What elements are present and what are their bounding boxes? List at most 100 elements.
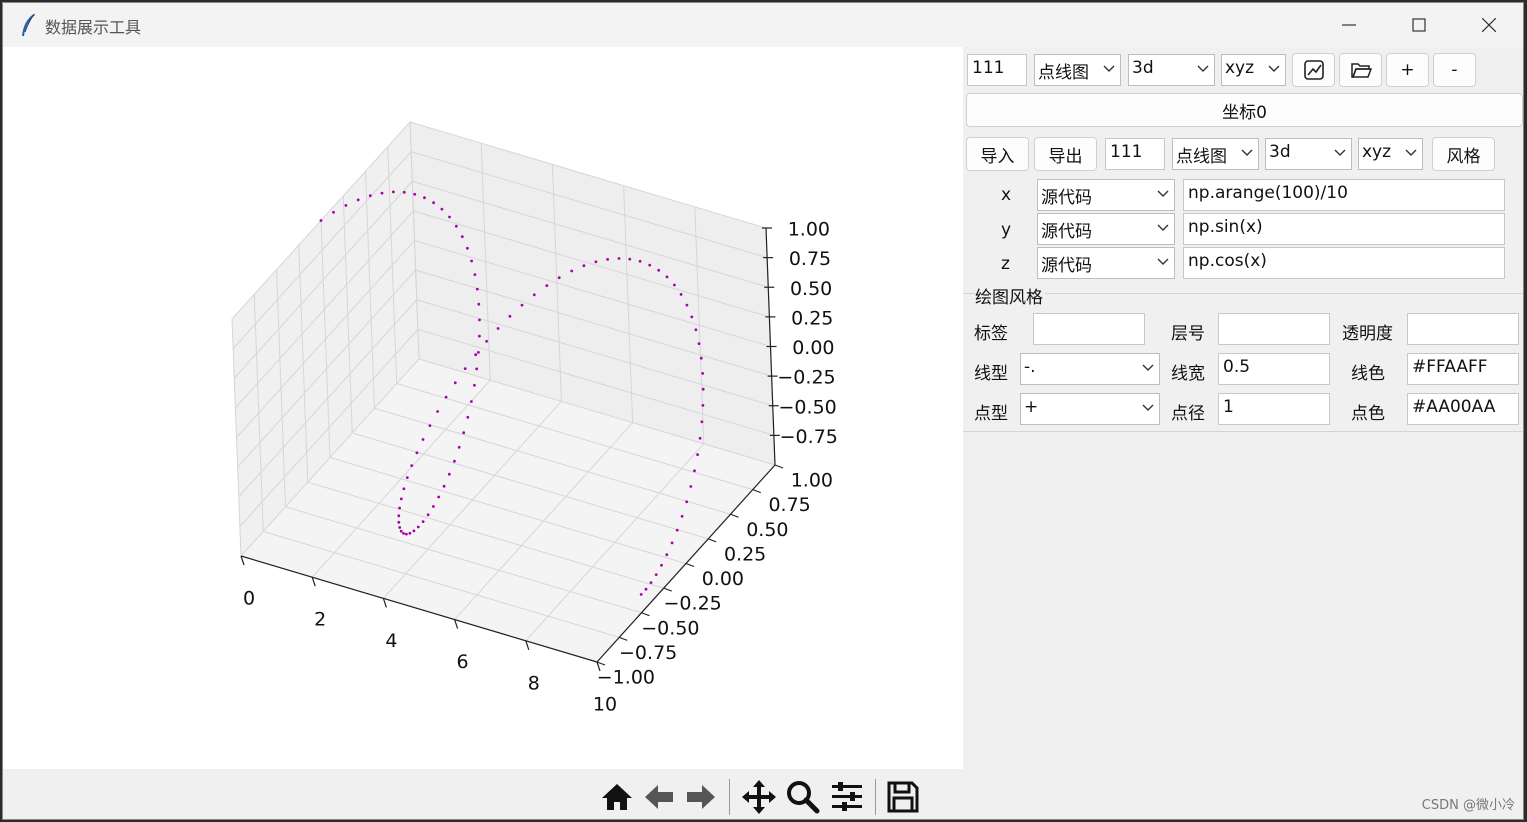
linewidth-label: 线宽 xyxy=(1171,364,1205,384)
data-point xyxy=(470,400,473,403)
z-tick-label: 0.75 xyxy=(789,248,831,270)
plot-button[interactable] xyxy=(1292,53,1335,87)
data-point xyxy=(699,356,703,360)
data-point xyxy=(508,314,512,318)
coordinate-button[interactable]: 坐标0 xyxy=(966,93,1523,127)
data-point xyxy=(368,194,372,198)
axes-select[interactable]: xyz xyxy=(1221,54,1286,86)
data-point xyxy=(701,404,705,407)
subplot-input-2[interactable]: 111 xyxy=(1105,138,1165,170)
close-icon xyxy=(1482,18,1496,32)
export-button[interactable]: 导出 xyxy=(1034,137,1097,171)
y-tick xyxy=(774,464,784,469)
chart-icon xyxy=(1303,60,1324,80)
save-figure-button[interactable] xyxy=(883,777,923,817)
chevron-down-icon xyxy=(1268,65,1280,72)
z-tick-label: −0.50 xyxy=(779,396,837,418)
data-point xyxy=(416,525,420,529)
maximize-button[interactable] xyxy=(1389,3,1449,47)
chevron-down-icon xyxy=(1157,258,1169,265)
x-expression-input[interactable]: np.arange(100)/10 xyxy=(1183,179,1505,211)
data-point xyxy=(675,528,679,532)
plot-type-select-2[interactable]: 点线图 xyxy=(1172,138,1259,170)
data-point xyxy=(557,276,561,280)
linecolor-field[interactable]: #FFAAFF xyxy=(1407,353,1519,385)
close-button[interactable] xyxy=(1459,3,1519,47)
data-point xyxy=(428,424,432,427)
data-point xyxy=(402,487,406,491)
configure-subplots-button[interactable] xyxy=(827,777,867,817)
data-point xyxy=(444,395,448,399)
alpha-field[interactable] xyxy=(1407,313,1519,345)
plot-canvas[interactable]: 0 2 4 6 8 10 1.00 0.75 0.50 0.25 0.00 −0.25 −0.50 −0.… xyxy=(3,47,963,769)
y-tick-label: −1.00 xyxy=(597,667,655,689)
x-source-select[interactable]: 源代码 xyxy=(1037,179,1175,211)
home-button[interactable] xyxy=(597,777,637,817)
z-source-select[interactable]: 源代码 xyxy=(1037,247,1175,279)
data-point xyxy=(693,469,696,473)
zoom-button[interactable] xyxy=(783,777,823,817)
data-point xyxy=(594,260,598,264)
data-point xyxy=(453,381,457,385)
z-source-value: 源代码 xyxy=(1041,256,1092,276)
data-point xyxy=(412,529,416,533)
control-panel: 111 点线图 3d xyz + - 坐标0 导入 导出 111 点线图 3d … xyxy=(963,47,1523,819)
data-point xyxy=(442,484,446,488)
y-source-select[interactable]: 源代码 xyxy=(1037,213,1175,245)
data-point xyxy=(463,367,467,370)
style-section-title: 绘图风格 xyxy=(975,283,1045,308)
back-button[interactable] xyxy=(639,777,679,817)
data-point xyxy=(410,464,414,467)
data-point xyxy=(332,210,335,214)
3d-plot: 02468101.000.750.500.250.00−0.25−0.50−0.… xyxy=(231,121,838,716)
data-point xyxy=(356,198,360,202)
floppy-disk-icon xyxy=(887,781,919,813)
pan-button[interactable] xyxy=(739,777,779,817)
markersize-field[interactable]: 1 xyxy=(1218,393,1330,425)
marker-select[interactable]: + xyxy=(1020,393,1160,425)
navigation-toolbar xyxy=(3,769,963,819)
data-point xyxy=(402,532,405,535)
data-point xyxy=(657,268,661,272)
plot-type-value: 点线图 xyxy=(1038,63,1089,83)
subplot-input[interactable]: 111 xyxy=(967,54,1027,86)
linewidth-field[interactable]: 0.5 xyxy=(1218,353,1330,385)
axes-select-2[interactable]: xyz xyxy=(1358,138,1423,170)
remove-axes-button[interactable]: - xyxy=(1433,53,1476,87)
style-button[interactable]: 风格 xyxy=(1432,137,1495,171)
data-point xyxy=(628,257,632,261)
minimize-button[interactable] xyxy=(1319,3,1379,47)
minimize-icon xyxy=(1342,24,1356,26)
y-tick-label: 0.50 xyxy=(746,519,788,541)
y-expression-input[interactable]: np.sin(x) xyxy=(1183,213,1505,245)
z-tick-label: 1.00 xyxy=(788,219,830,241)
markercolor-field[interactable]: #AA00AA xyxy=(1407,393,1519,425)
chevron-down-icon xyxy=(1142,364,1154,371)
import-button[interactable]: 导入 xyxy=(966,137,1029,171)
data-point xyxy=(447,472,451,476)
layer-field[interactable] xyxy=(1218,313,1330,345)
label-field[interactable] xyxy=(1033,313,1145,345)
data-point xyxy=(405,476,409,479)
data-point xyxy=(473,383,476,387)
x-tick-label: 2 xyxy=(314,609,326,631)
z-tick-label: −0.75 xyxy=(780,426,838,448)
data-point xyxy=(520,303,524,307)
z-expression-input[interactable]: np.cos(x) xyxy=(1183,247,1505,279)
y-axis-label: y xyxy=(1001,220,1012,240)
data-point xyxy=(466,246,469,250)
x-tick-label: 4 xyxy=(385,630,397,652)
open-folder-button[interactable] xyxy=(1339,53,1382,87)
linestyle-select[interactable]: -. xyxy=(1020,353,1160,385)
dimension-value-2: 3d xyxy=(1269,142,1291,162)
data-point xyxy=(453,459,456,463)
y-tick-label: 1.00 xyxy=(791,470,833,492)
dimension-select-2[interactable]: 3d xyxy=(1265,138,1352,170)
plot-type-select[interactable]: 点线图 xyxy=(1034,54,1121,86)
dimension-select[interactable]: 3d xyxy=(1128,54,1215,86)
forward-button[interactable] xyxy=(681,777,721,817)
add-axes-button[interactable]: + xyxy=(1386,53,1429,87)
data-point xyxy=(606,258,609,261)
y-source-value: 源代码 xyxy=(1041,222,1092,242)
y-tick-label: 0.25 xyxy=(724,543,766,565)
